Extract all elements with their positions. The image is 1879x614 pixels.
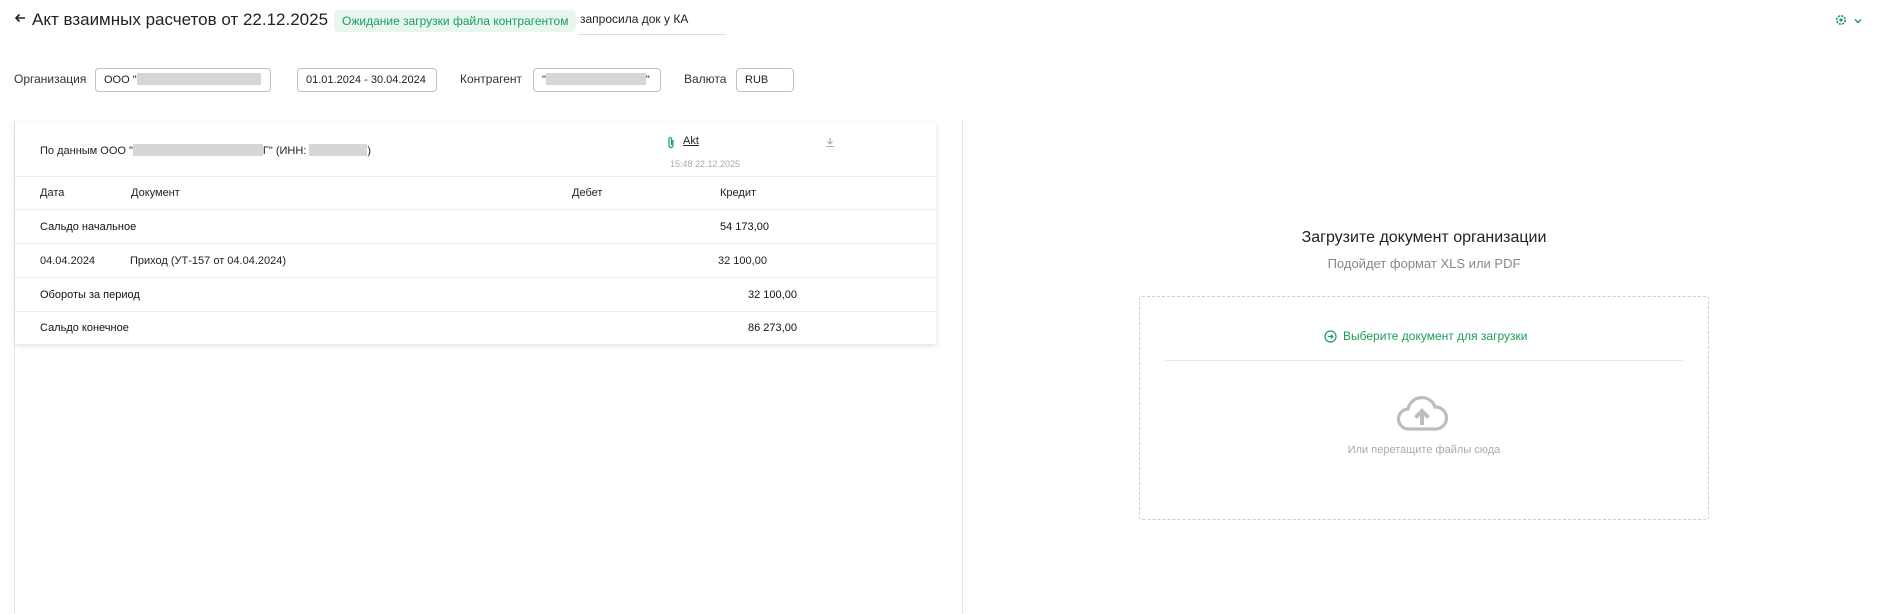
comment-input[interactable]: запросила док у КА: [578, 8, 726, 35]
status-badge: Ожидание загрузки файла контрагентом: [334, 10, 577, 32]
source-mid: Г" (ИНН:: [262, 145, 310, 157]
gear-icon[interactable]: [1834, 13, 1848, 32]
table-header-row: Дата Документ Дебет Кредит: [15, 177, 936, 210]
organization-select[interactable]: ООО ": [95, 68, 271, 92]
closing-balance-label: Сальдо конечное: [40, 322, 129, 334]
drag-hint: Или перетащите файлы сюда: [1347, 444, 1501, 456]
attachment-timestamp: 15:48 22.12.2025: [670, 159, 741, 169]
table-row: 04.04.2024 Приход (УТ-157 от 04.04.2024)…: [15, 244, 936, 278]
turnover-label: Обороты за период: [40, 289, 140, 301]
row-date: 04.04.2024: [40, 255, 96, 267]
currency-label: Валюта: [684, 72, 727, 86]
choose-document-label: Выберите документ для загрузки: [1343, 329, 1528, 343]
organization-label: Организация: [14, 72, 87, 86]
row-document: Приход (УТ-157 от 04.04.2024): [130, 255, 287, 267]
page-title: Акт взаимных расчетов от 22.12.2025: [32, 10, 329, 29]
page-header: Акт взаимных расчетов от 22.12.2025 Ожид…: [0, 0, 1879, 44]
column-header-debit: Дебет: [572, 187, 603, 199]
opening-balance-credit: 54 173,00: [720, 221, 769, 233]
dropzone-divider: [1165, 360, 1683, 361]
turnover-credit: 32 100,00: [748, 289, 797, 301]
act-source-row: По данным ООО " Г" (ИНН: ) Akt 15:48 22.1…: [15, 122, 936, 177]
opening-balance-row: Сальдо начальное 54 173,00: [15, 210, 936, 244]
column-header-document: Документ: [131, 187, 180, 199]
column-header-date: Дата: [40, 187, 65, 199]
period-select[interactable]: 01.01.2024 - 30.04.2024: [297, 68, 437, 92]
redacted-block: [132, 144, 263, 156]
closing-balance-row: Сальдо конечное 86 273,00: [15, 312, 936, 344]
cloud-upload-icon: [1396, 395, 1449, 438]
redacted-block: [545, 73, 646, 85]
attachment-link[interactable]: Akt: [683, 135, 699, 147]
counterparty-value-end: ": [645, 74, 650, 86]
column-header-credit: Кредит: [720, 187, 757, 199]
opening-balance-label: Сальдо начальное: [40, 221, 137, 233]
upload-subtitle: Подойдет формат XLS или PDF: [1327, 256, 1521, 271]
source-end: ): [367, 145, 372, 157]
currency-select[interactable]: RUB: [736, 68, 794, 92]
chevron-down-icon[interactable]: [1853, 13, 1863, 31]
source-prefix: По данным ООО ": [40, 145, 133, 157]
row-credit: 32 100,00: [718, 255, 767, 267]
redacted-block: [309, 144, 368, 156]
back-arrow-icon[interactable]: [14, 11, 26, 28]
turnover-row: Обороты за период 32 100,00: [15, 278, 936, 312]
panel-divider: [962, 120, 963, 614]
organization-value: ООО ": [104, 74, 137, 86]
choose-document-button[interactable]: Выберите документ для загрузки: [1324, 329, 1527, 346]
closing-balance-credit: 86 273,00: [748, 322, 797, 334]
act-table-card: По данным ООО " Г" (ИНН: ) Akt 15:48 22.1…: [15, 122, 936, 344]
paperclip-icon: [667, 136, 675, 152]
redacted-block: [136, 73, 261, 85]
upload-title: Загрузите документ организации: [1301, 229, 1547, 246]
act-source-line: По данным ООО " Г" (ИНН: ): [40, 144, 371, 157]
arrow-right-circle-icon: [1324, 330, 1337, 346]
counterparty-label: Контрагент: [460, 72, 523, 86]
download-icon[interactable]: [825, 135, 835, 153]
counterparty-select[interactable]: " ": [533, 68, 661, 92]
